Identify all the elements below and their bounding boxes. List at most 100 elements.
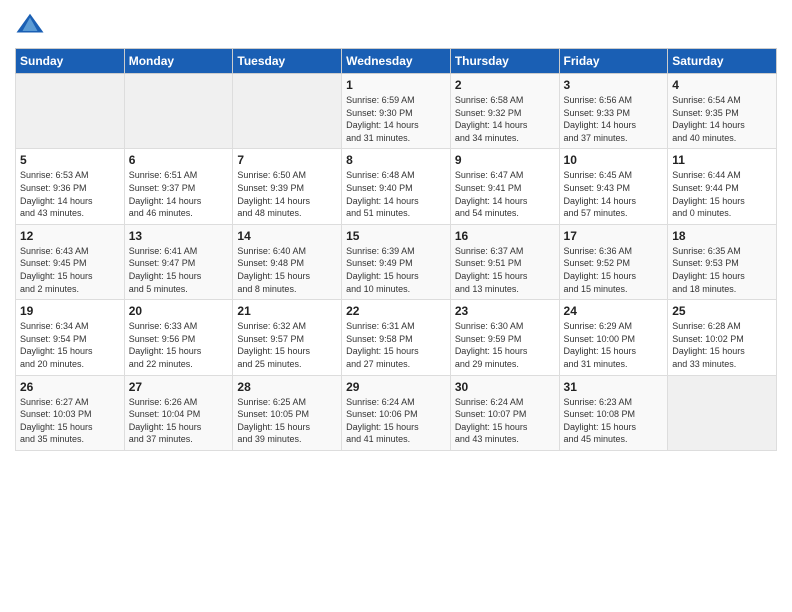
calendar-cell: 4 Sunrise: 6:54 AM Sunset: 9:35 PM Daylig…: [668, 74, 777, 149]
day-number: 31: [564, 380, 664, 394]
day-info: Sunrise: 6:25 AM Sunset: 10:05 PM Daylig…: [237, 396, 337, 446]
calendar-cell: 2Sunrise: 6:58 AM Sunset: 9:32 PM Daylig…: [450, 74, 559, 149]
calendar-week-row: 5 Sunrise: 6:53 AM Sunset: 9:36 PM Daylig…: [16, 149, 777, 224]
calendar-cell: 19 Sunrise: 6:34 AM Sunset: 9:54 PM Dayli…: [16, 300, 125, 375]
day-of-week-header: Saturday: [668, 49, 777, 74]
day-number: 13: [129, 229, 229, 243]
day-number: 1: [346, 78, 446, 92]
calendar-header: SundayMondayTuesdayWednesdayThursdayFrid…: [16, 49, 777, 74]
calendar-cell: 17Sunrise: 6:36 AM Sunset: 9:52 PM Dayli…: [559, 224, 668, 299]
calendar-cell: 22Sunrise: 6:31 AM Sunset: 9:58 PM Dayli…: [342, 300, 451, 375]
day-info: Sunrise: 6:44 AM Sunset: 9:44 PM Dayligh…: [672, 169, 772, 219]
calendar-cell: 12 Sunrise: 6:43 AM Sunset: 9:45 PM Dayli…: [16, 224, 125, 299]
day-info: Sunrise: 6:47 AM Sunset: 9:41 PM Dayligh…: [455, 169, 555, 219]
day-info: Sunrise: 6:56 AM Sunset: 9:33 PM Dayligh…: [564, 94, 664, 144]
day-info: Sunrise: 6:53 AM Sunset: 9:36 PM Dayligh…: [20, 169, 120, 219]
day-number: 17: [564, 229, 664, 243]
calendar-cell: 27 Sunrise: 6:26 AM Sunset: 10:04 PM Dayl…: [124, 375, 233, 450]
day-number: 24: [564, 304, 664, 318]
day-number: 9: [455, 153, 555, 167]
day-info: Sunrise: 6:48 AM Sunset: 9:40 PM Dayligh…: [346, 169, 446, 219]
calendar-cell: 6 Sunrise: 6:51 AM Sunset: 9:37 PM Daylig…: [124, 149, 233, 224]
day-info: Sunrise: 6:34 AM Sunset: 9:54 PM Dayligh…: [20, 320, 120, 370]
day-info: Sunrise: 6:24 AM Sunset: 10:06 PM Daylig…: [346, 396, 446, 446]
calendar-cell: 18Sunrise: 6:35 AM Sunset: 9:53 PM Dayli…: [668, 224, 777, 299]
day-info: Sunrise: 6:54 AM Sunset: 9:35 PM Dayligh…: [672, 94, 772, 144]
calendar-cell: 11 Sunrise: 6:44 AM Sunset: 9:44 PM Dayli…: [668, 149, 777, 224]
day-number: 3: [564, 78, 664, 92]
calendar-cell: 28 Sunrise: 6:25 AM Sunset: 10:05 PM Dayl…: [233, 375, 342, 450]
calendar-cell: 23Sunrise: 6:30 AM Sunset: 9:59 PM Dayli…: [450, 300, 559, 375]
day-number: 29: [346, 380, 446, 394]
day-number: 2: [455, 78, 555, 92]
day-number: 15: [346, 229, 446, 243]
calendar-cell: 1 Sunrise: 6:59 AM Sunset: 9:30 PM Daylig…: [342, 74, 451, 149]
day-info: Sunrise: 6:33 AM Sunset: 9:56 PM Dayligh…: [129, 320, 229, 370]
calendar-cell: 3 Sunrise: 6:56 AM Sunset: 9:33 PM Daylig…: [559, 74, 668, 149]
day-of-week-header: Thursday: [450, 49, 559, 74]
day-number: 27: [129, 380, 229, 394]
logo: [15, 10, 49, 40]
day-number: 30: [455, 380, 555, 394]
logo-icon: [15, 10, 45, 40]
calendar-cell: 21 Sunrise: 6:32 AM Sunset: 9:57 PM Dayli…: [233, 300, 342, 375]
calendar-cell: 30 Sunrise: 6:24 AM Sunset: 10:07 PM Dayl…: [450, 375, 559, 450]
day-info: Sunrise: 6:29 AM Sunset: 10:00 PM Daylig…: [564, 320, 664, 370]
calendar-cell: 24 Sunrise: 6:29 AM Sunset: 10:00 PM Dayl…: [559, 300, 668, 375]
day-of-week-header: Friday: [559, 49, 668, 74]
calendar-cell: 9 Sunrise: 6:47 AM Sunset: 9:41 PM Daylig…: [450, 149, 559, 224]
day-number: 8: [346, 153, 446, 167]
calendar-cell: 26 Sunrise: 6:27 AM Sunset: 10:03 PM Dayl…: [16, 375, 125, 450]
day-of-week-header: Sunday: [16, 49, 125, 74]
day-number: 11: [672, 153, 772, 167]
page: SundayMondayTuesdayWednesdayThursdayFrid…: [0, 0, 792, 612]
calendar-cell: 10 Sunrise: 6:45 AM Sunset: 9:43 PM Dayli…: [559, 149, 668, 224]
day-number: 7: [237, 153, 337, 167]
day-info: Sunrise: 6:51 AM Sunset: 9:37 PM Dayligh…: [129, 169, 229, 219]
day-info: Sunrise: 6:32 AM Sunset: 9:57 PM Dayligh…: [237, 320, 337, 370]
day-number: 19: [20, 304, 120, 318]
calendar-cell: 25 Sunrise: 6:28 AM Sunset: 10:02 PM Dayl…: [668, 300, 777, 375]
calendar-cell: [16, 74, 125, 149]
calendar-cell: 31 Sunrise: 6:23 AM Sunset: 10:08 PM Dayl…: [559, 375, 668, 450]
calendar-cell: 14 Sunrise: 6:40 AM Sunset: 9:48 PM Dayli…: [233, 224, 342, 299]
day-info: Sunrise: 6:24 AM Sunset: 10:07 PM Daylig…: [455, 396, 555, 446]
day-of-week-header: Monday: [124, 49, 233, 74]
day-info: Sunrise: 6:28 AM Sunset: 10:02 PM Daylig…: [672, 320, 772, 370]
day-info: Sunrise: 6:40 AM Sunset: 9:48 PM Dayligh…: [237, 245, 337, 295]
day-number: 21: [237, 304, 337, 318]
day-info: Sunrise: 6:39 AM Sunset: 9:49 PM Dayligh…: [346, 245, 446, 295]
calendar-cell: 7Sunrise: 6:50 AM Sunset: 9:39 PM Daylig…: [233, 149, 342, 224]
day-info: Sunrise: 6:27 AM Sunset: 10:03 PM Daylig…: [20, 396, 120, 446]
day-number: 26: [20, 380, 120, 394]
day-number: 23: [455, 304, 555, 318]
day-info: Sunrise: 6:59 AM Sunset: 9:30 PM Dayligh…: [346, 94, 446, 144]
day-info: Sunrise: 6:45 AM Sunset: 9:43 PM Dayligh…: [564, 169, 664, 219]
day-of-week-header: Wednesday: [342, 49, 451, 74]
calendar-week-row: 12 Sunrise: 6:43 AM Sunset: 9:45 PM Dayli…: [16, 224, 777, 299]
day-info: Sunrise: 6:26 AM Sunset: 10:04 PM Daylig…: [129, 396, 229, 446]
calendar-cell: [233, 74, 342, 149]
day-number: 28: [237, 380, 337, 394]
day-number: 14: [237, 229, 337, 243]
calendar-cell: 29 Sunrise: 6:24 AM Sunset: 10:06 PM Dayl…: [342, 375, 451, 450]
calendar-cell: 8 Sunrise: 6:48 AM Sunset: 9:40 PM Daylig…: [342, 149, 451, 224]
day-number: 5: [20, 153, 120, 167]
calendar-week-row: 1 Sunrise: 6:59 AM Sunset: 9:30 PM Daylig…: [16, 74, 777, 149]
day-number: 6: [129, 153, 229, 167]
day-info: Sunrise: 6:43 AM Sunset: 9:45 PM Dayligh…: [20, 245, 120, 295]
calendar-cell: [668, 375, 777, 450]
day-info: Sunrise: 6:37 AM Sunset: 9:51 PM Dayligh…: [455, 245, 555, 295]
day-number: 25: [672, 304, 772, 318]
calendar-cell: 5 Sunrise: 6:53 AM Sunset: 9:36 PM Daylig…: [16, 149, 125, 224]
calendar-cell: [124, 74, 233, 149]
day-number: 12: [20, 229, 120, 243]
day-number: 4: [672, 78, 772, 92]
calendar-week-row: 19 Sunrise: 6:34 AM Sunset: 9:54 PM Dayli…: [16, 300, 777, 375]
day-number: 20: [129, 304, 229, 318]
day-info: Sunrise: 6:23 AM Sunset: 10:08 PM Daylig…: [564, 396, 664, 446]
day-number: 10: [564, 153, 664, 167]
calendar-cell: 15 Sunrise: 6:39 AM Sunset: 9:49 PM Dayli…: [342, 224, 451, 299]
day-info: Sunrise: 6:35 AM Sunset: 9:53 PM Dayligh…: [672, 245, 772, 295]
calendar-week-row: 26 Sunrise: 6:27 AM Sunset: 10:03 PM Dayl…: [16, 375, 777, 450]
